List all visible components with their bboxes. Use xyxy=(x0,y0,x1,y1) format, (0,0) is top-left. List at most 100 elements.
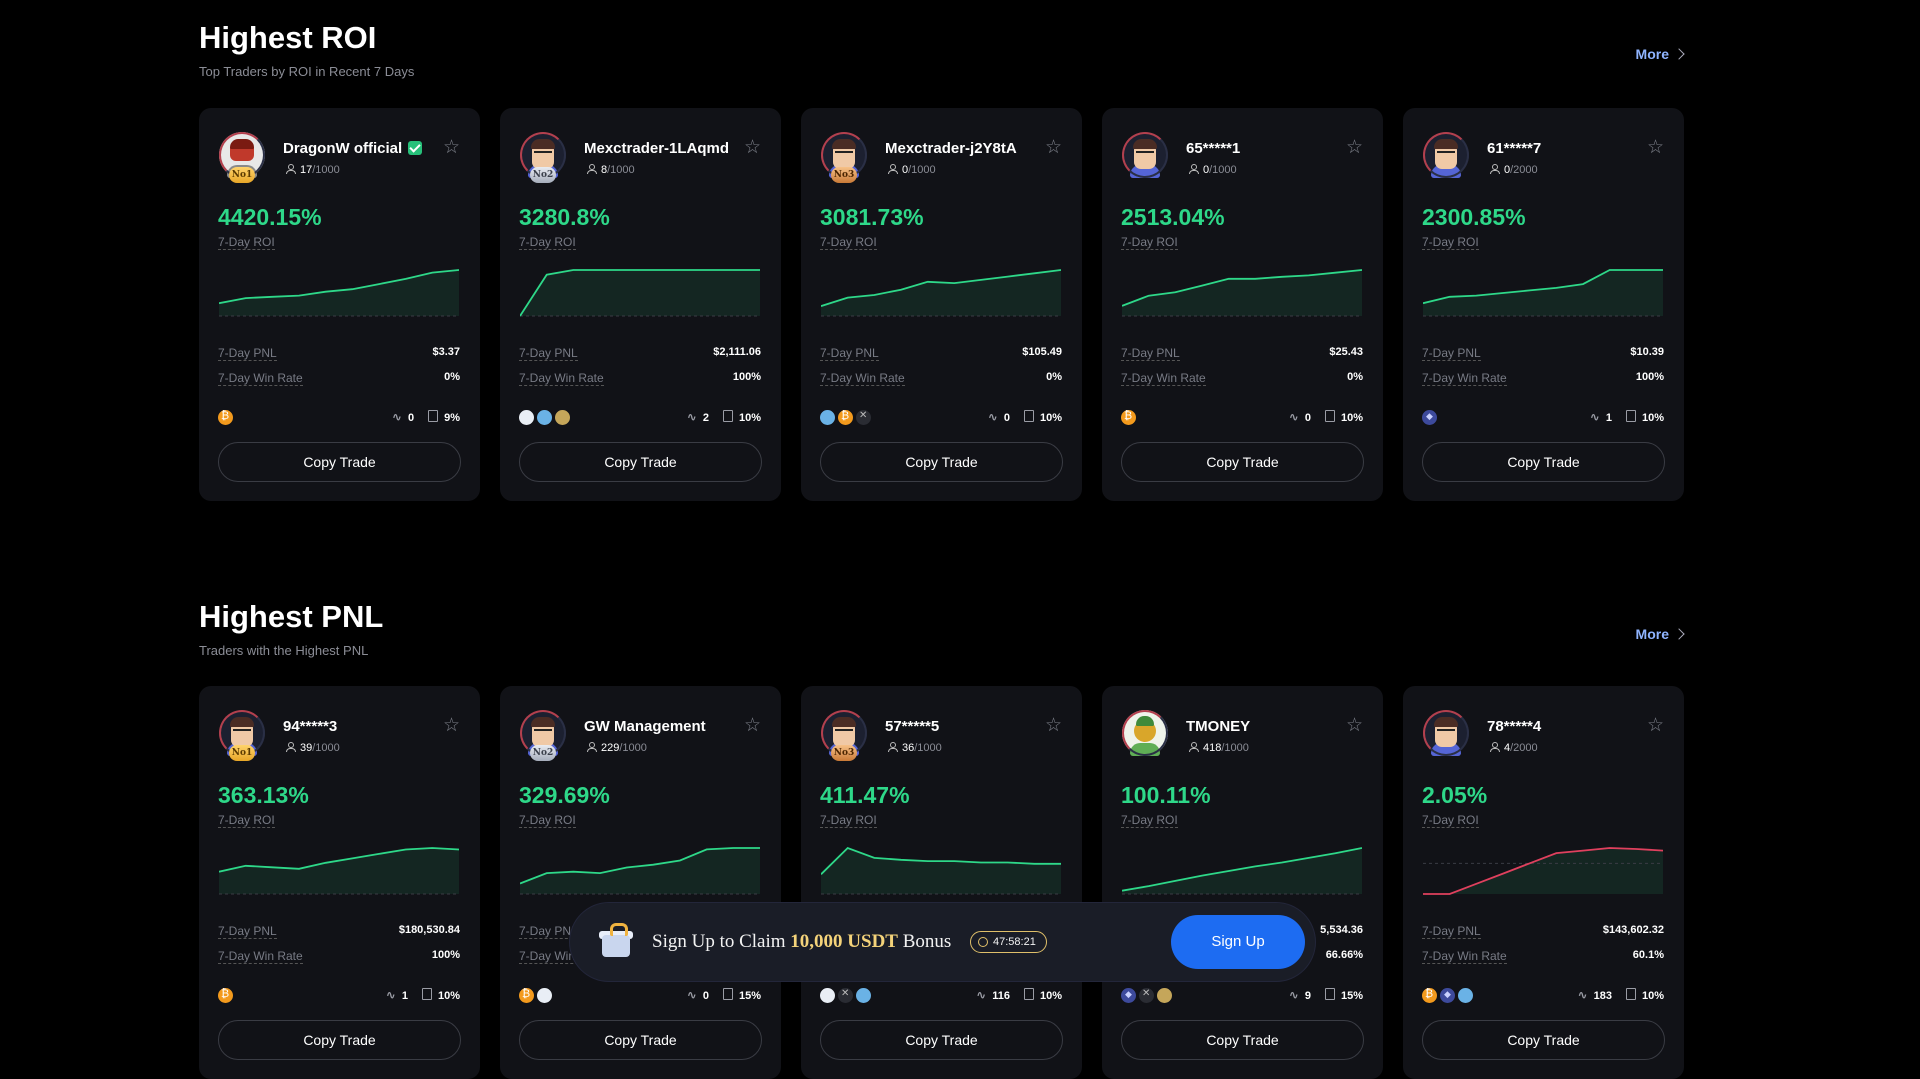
favorite-star-icon[interactable]: ☆ xyxy=(1647,716,1664,735)
btc-coin-icon xyxy=(218,987,233,1003)
active-trades-count: 0 xyxy=(1304,412,1311,424)
favorite-star-icon[interactable]: ☆ xyxy=(443,138,460,157)
sign-up-button[interactable]: Sign Up xyxy=(1171,915,1305,969)
copy-trade-button[interactable]: Copy Trade xyxy=(519,442,762,482)
trade-meta: ∿ 2 10% xyxy=(687,410,761,424)
avatar[interactable]: No2 xyxy=(520,132,566,183)
trader-name[interactable]: 94*****3 xyxy=(283,718,337,735)
trade-meta: ∿ 183 10% xyxy=(1578,988,1664,1002)
trader-name-text: DragonW official xyxy=(283,140,403,157)
favorite-star-icon[interactable]: ☆ xyxy=(1045,716,1062,735)
card-footer: ∿ 116 10% xyxy=(820,987,1062,1003)
favorite-star-icon[interactable]: ☆ xyxy=(744,716,761,735)
user-icon xyxy=(887,742,898,752)
copy-trade-button[interactable]: Copy Trade xyxy=(1422,442,1665,482)
follower-count: 0/1000 xyxy=(887,164,936,176)
win-rate-row: 7-Day Win Rate 0% xyxy=(1121,371,1363,386)
copy-trade-button[interactable]: Copy Trade xyxy=(218,1020,461,1060)
avatar[interactable] xyxy=(1423,132,1469,178)
favorite-star-icon[interactable]: ☆ xyxy=(443,716,460,735)
eth-coin-icon xyxy=(1121,987,1136,1003)
btc-coin-icon xyxy=(218,409,233,425)
document-icon xyxy=(722,410,733,422)
trend-icon: ∿ xyxy=(686,988,697,1002)
follower-count: 418/1000 xyxy=(1188,742,1249,754)
favorite-star-icon[interactable]: ☆ xyxy=(1346,716,1363,735)
trader-name[interactable]: 78*****4 xyxy=(1487,718,1541,735)
avatar[interactable]: No3 xyxy=(821,132,867,183)
avatar[interactable]: No1 xyxy=(219,132,265,183)
trend-icon: ∿ xyxy=(976,988,987,1002)
roi-value: 3081.73% xyxy=(820,204,924,230)
copy-trade-button[interactable]: Copy Trade xyxy=(1121,1020,1364,1060)
favorite-star-icon[interactable]: ☆ xyxy=(744,138,761,157)
timer-value: 47:58:21 xyxy=(993,936,1036,948)
more-label: More xyxy=(1635,626,1669,642)
follower-count: 4/2000 xyxy=(1489,742,1538,754)
avatar[interactable] xyxy=(1423,710,1469,756)
pnl-value: $25.43 xyxy=(1329,346,1363,358)
active-trades-count: 0 xyxy=(702,990,709,1002)
profit-share: 9% xyxy=(428,410,460,424)
profit-share: 15% xyxy=(1324,988,1363,1002)
pnl-value: $10.39 xyxy=(1630,346,1664,358)
win-rate-label: 7-Day Win Rate xyxy=(218,949,303,964)
trader-name[interactable]: 65*****1 xyxy=(1186,140,1240,157)
banner-text-post: Bonus xyxy=(897,931,952,952)
more-link[interactable]: More xyxy=(1635,626,1685,642)
favorite-star-icon[interactable]: ☆ xyxy=(1346,138,1363,157)
avatar[interactable] xyxy=(1122,132,1168,178)
profit-share-value: 10% xyxy=(1039,990,1062,1002)
favorite-star-icon[interactable]: ☆ xyxy=(1045,138,1062,157)
avatar[interactable]: No1 xyxy=(219,710,265,761)
trade-meta: ∿ 0 15% xyxy=(687,988,761,1002)
pnl-value: $105.49 xyxy=(1022,346,1062,358)
avatar[interactable]: No3 xyxy=(821,710,867,761)
eth-coin-icon xyxy=(1422,409,1437,425)
trader-name[interactable]: Mexctrader-1LAqmd xyxy=(584,140,729,157)
active-trades: ∿ 1 xyxy=(1590,410,1612,424)
copy-trade-button[interactable]: Copy Trade xyxy=(218,442,461,482)
trader-name[interactable]: TMONEY xyxy=(1186,718,1250,735)
roi-label: 7-Day ROI xyxy=(218,235,275,250)
more-link[interactable]: More xyxy=(1636,46,1685,62)
trend-icon: ∿ xyxy=(1577,988,1588,1002)
trade-meta: ∿ 1 10% xyxy=(386,988,460,1002)
trend-icon: ∿ xyxy=(391,410,402,424)
copy-trade-button[interactable]: Copy Trade xyxy=(519,1020,762,1060)
win-rate-row: 7-Day Win Rate 60.1% xyxy=(1422,949,1664,964)
roi-sparkline xyxy=(821,269,1061,317)
trader-name[interactable]: Mexctrader-j2Y8tA xyxy=(885,140,1017,157)
trader-name[interactable]: 57*****5 xyxy=(885,718,939,735)
follower-current: 36 xyxy=(902,742,915,754)
trader-name[interactable]: 61*****7 xyxy=(1487,140,1541,157)
x-coin-icon xyxy=(1139,987,1154,1003)
banner-text-pre: Sign Up to Claim xyxy=(652,931,791,952)
avatar[interactable]: No2 xyxy=(520,710,566,761)
dog-coin-icon xyxy=(1157,987,1172,1003)
copy-trade-button[interactable]: Copy Trade xyxy=(820,1020,1063,1060)
favorite-star-icon[interactable]: ☆ xyxy=(1647,138,1664,157)
pnl-row: 7-Day PNL $105.49 xyxy=(820,346,1062,361)
trader-name[interactable]: GW Management xyxy=(584,718,706,735)
active-trades: ∿ 1 xyxy=(386,988,408,1002)
trader-name[interactable]: DragonW official xyxy=(283,140,423,157)
win-rate-row: 7-Day Win Rate 0% xyxy=(218,371,460,386)
wht-coin-icon xyxy=(537,987,552,1003)
follower-current: 17 xyxy=(300,164,313,176)
copy-trade-button[interactable]: Copy Trade xyxy=(820,442,1063,482)
roi-value: 411.47% xyxy=(820,782,910,808)
coin-list xyxy=(218,987,236,1003)
pnl-row: 7-Day PNL $3.37 xyxy=(218,346,460,361)
avatar[interactable] xyxy=(1122,710,1168,756)
active-trades-count: 116 xyxy=(992,990,1010,1002)
win-rate-row: 7-Day Win Rate 100% xyxy=(218,949,460,964)
copy-trade-button[interactable]: Copy Trade xyxy=(1121,442,1364,482)
roi-value: 329.69% xyxy=(519,782,610,808)
usd-coin-icon xyxy=(1458,987,1473,1003)
follower-count: 0/1000 xyxy=(1188,164,1237,176)
countdown-timer: 47:58:21 xyxy=(970,931,1047,953)
document-icon xyxy=(1625,988,1636,1000)
copy-trade-button[interactable]: Copy Trade xyxy=(1422,1020,1665,1060)
user-icon xyxy=(887,164,898,174)
